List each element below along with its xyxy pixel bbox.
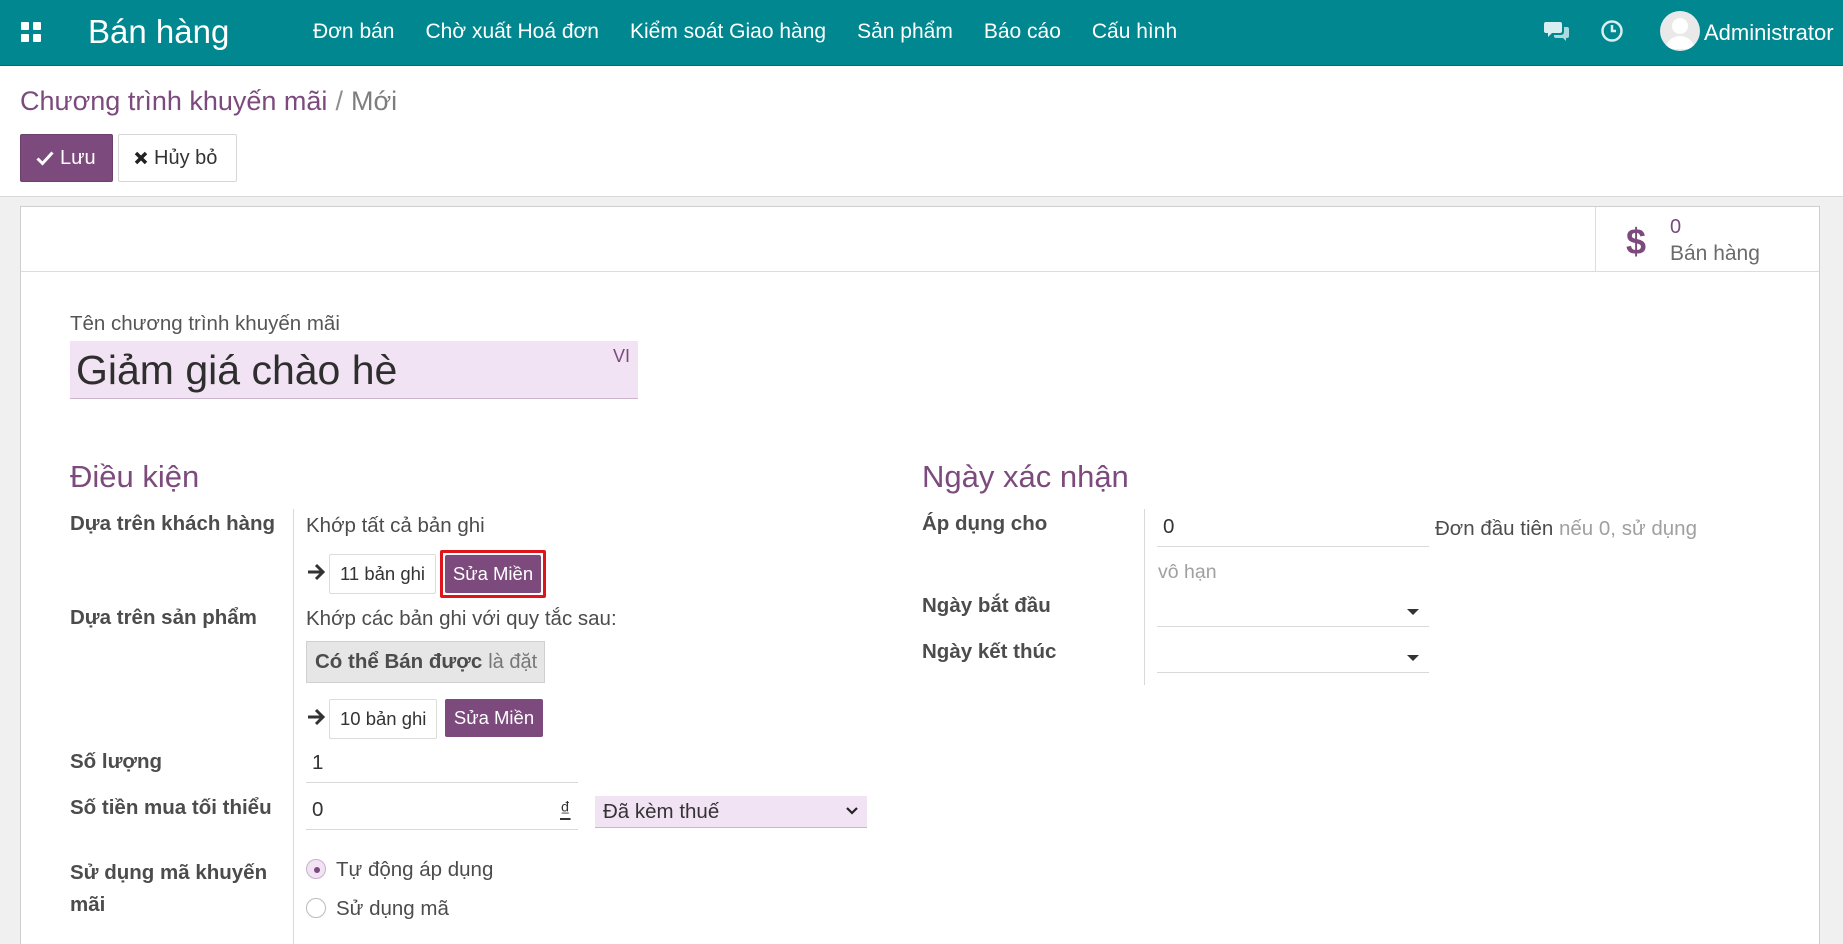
radio-auto-apply[interactable]: [306, 859, 326, 879]
cancel-button[interactable]: Hủy bỏ: [118, 134, 237, 182]
menu-item-configuration[interactable]: Cấu hình: [1092, 20, 1177, 44]
caret-down-icon: [1407, 655, 1419, 661]
edit-product-domain-button[interactable]: Sửa Miền: [445, 699, 543, 737]
apply-for-label: Áp dụng cho: [922, 512, 1048, 535]
start-date-input[interactable]: [1157, 589, 1429, 627]
apply-for-value: 0: [1163, 515, 1175, 538]
menu-item-to-invoice[interactable]: Chờ xuất Hoá đơn: [426, 20, 599, 44]
end-date-label: Ngày kết thúc: [922, 640, 1057, 663]
sales-stat-value: 0: [1670, 216, 1682, 238]
domain-rule-field: Có thể Bán được: [315, 650, 483, 673]
cancel-button-label: Hủy bỏ: [154, 146, 218, 169]
dollar-icon: $: [1626, 221, 1647, 262]
min-amount-value: 0: [312, 798, 324, 821]
min-amount-input[interactable]: 0 ₫: [306, 792, 578, 830]
program-name-value: Giảm giá chào hè: [76, 347, 398, 393]
apply-for-input[interactable]: 0: [1157, 509, 1429, 547]
close-icon: [134, 151, 148, 165]
quantity-label: Số lượng: [70, 750, 163, 773]
customer-rule-label: Dựa trên khách hàng: [70, 512, 276, 535]
conditions-title: Điều kiện: [70, 459, 200, 494]
min-amount-label: Số tiền mua tối thiểu: [70, 796, 272, 819]
quantity-value: 1: [312, 751, 324, 774]
domain-rule-operator: là đặt: [488, 650, 538, 673]
clock-icon[interactable]: [1600, 19, 1624, 43]
program-name-label: Tên chương trình khuyến mãi: [70, 312, 340, 335]
caret-down-icon: [1407, 609, 1419, 615]
radio-auto-apply-label[interactable]: Tự động áp dụng: [336, 858, 493, 882]
product-match-text: Khớp các bản ghi với quy tắc sau:: [306, 607, 617, 630]
menu-item-reporting[interactable]: Báo cáo: [984, 20, 1061, 44]
menu-item-products[interactable]: Sản phẩm: [857, 20, 953, 44]
validity-separator: [1144, 509, 1145, 685]
form-sheet: $ 0 Bán hàng Tên chương trình khuyến mãi…: [20, 206, 1820, 944]
arrow-right-icon: [308, 563, 326, 581]
radio-use-code[interactable]: [306, 898, 326, 918]
check-icon: [36, 151, 54, 166]
domain-rule-chip[interactable]: Có thể Bán được là đặt: [306, 641, 545, 683]
product-rule-label: Dựa trên sản phẩm: [70, 606, 257, 629]
sales-stat-button[interactable]: $ 0 Bán hàng: [1595, 207, 1819, 272]
chevron-down-icon: [846, 807, 858, 815]
apply-for-suffix-text: Đơn đầu tiên: [1435, 517, 1554, 540]
breadcrumb-separator: /: [335, 86, 343, 116]
control-panel: Chương trình khuyến mãi / Mới Lưu Hủy bỏ: [0, 66, 1843, 197]
breadcrumb-current: Mới: [350, 86, 398, 116]
radio-use-code-label[interactable]: Sử dụng mã: [336, 897, 449, 921]
quantity-input[interactable]: 1: [306, 745, 578, 783]
main-menu: Đơn bán Chờ xuất Hoá đơn Kiểm soát Giao …: [313, 20, 1208, 44]
user-name[interactable]: Administrator: [1704, 20, 1834, 46]
app-brand[interactable]: Bán hàng: [88, 13, 229, 51]
apply-for-suffix: Đơn đầu tiên nếu 0, sử dụng: [1435, 517, 1697, 541]
top-navbar: Bán hàng Đơn bán Chờ xuất Hoá đơn Kiểm s…: [0, 0, 1843, 66]
apply-for-hint: nếu 0, sử dụng: [1559, 517, 1697, 540]
arrow-right-icon: [308, 708, 326, 726]
breadcrumb: Chương trình khuyến mãi / Mới: [20, 86, 397, 117]
language-badge[interactable]: VI: [613, 346, 630, 367]
product-record-count[interactable]: 10 bản ghi: [329, 699, 438, 739]
program-name-input[interactable]: Giảm giá chào hè VI: [70, 341, 638, 399]
customer-match-text: Khớp tất cả bản ghi: [306, 514, 485, 537]
tax-mode-select[interactable]: Đã kèm thuế: [595, 796, 867, 828]
promo-code-usage-label: Sử dụng mã khuyến mãi: [70, 861, 268, 916]
tax-mode-value: Đã kèm thuế: [603, 800, 720, 823]
chat-icon[interactable]: [1544, 19, 1570, 43]
edit-customer-domain-button[interactable]: Sửa Miền: [445, 555, 541, 593]
currency-symbol: ₫: [560, 798, 571, 821]
conditions-separator: [293, 509, 294, 944]
save-button[interactable]: Lưu: [20, 134, 113, 182]
apply-for-hint-unlimited: vô hạn: [1158, 561, 1217, 583]
apps-grid-icon[interactable]: [21, 22, 41, 42]
breadcrumb-parent[interactable]: Chương trình khuyến mãi: [20, 86, 327, 116]
customer-record-count[interactable]: 11 bản ghi: [329, 554, 437, 594]
save-button-label: Lưu: [60, 146, 96, 169]
sales-stat-label: Bán hàng: [1670, 242, 1760, 265]
user-avatar[interactable]: [1660, 11, 1700, 51]
end-date-input[interactable]: [1157, 635, 1429, 673]
validity-title: Ngày xác nhận: [922, 459, 1129, 494]
menu-item-orders[interactable]: Đơn bán: [313, 20, 395, 44]
start-date-label: Ngày bắt đầu: [922, 594, 1051, 617]
button-box: $ 0 Bán hàng: [21, 207, 1819, 272]
menu-item-delivery[interactable]: Kiểm soát Giao hàng: [630, 20, 826, 44]
